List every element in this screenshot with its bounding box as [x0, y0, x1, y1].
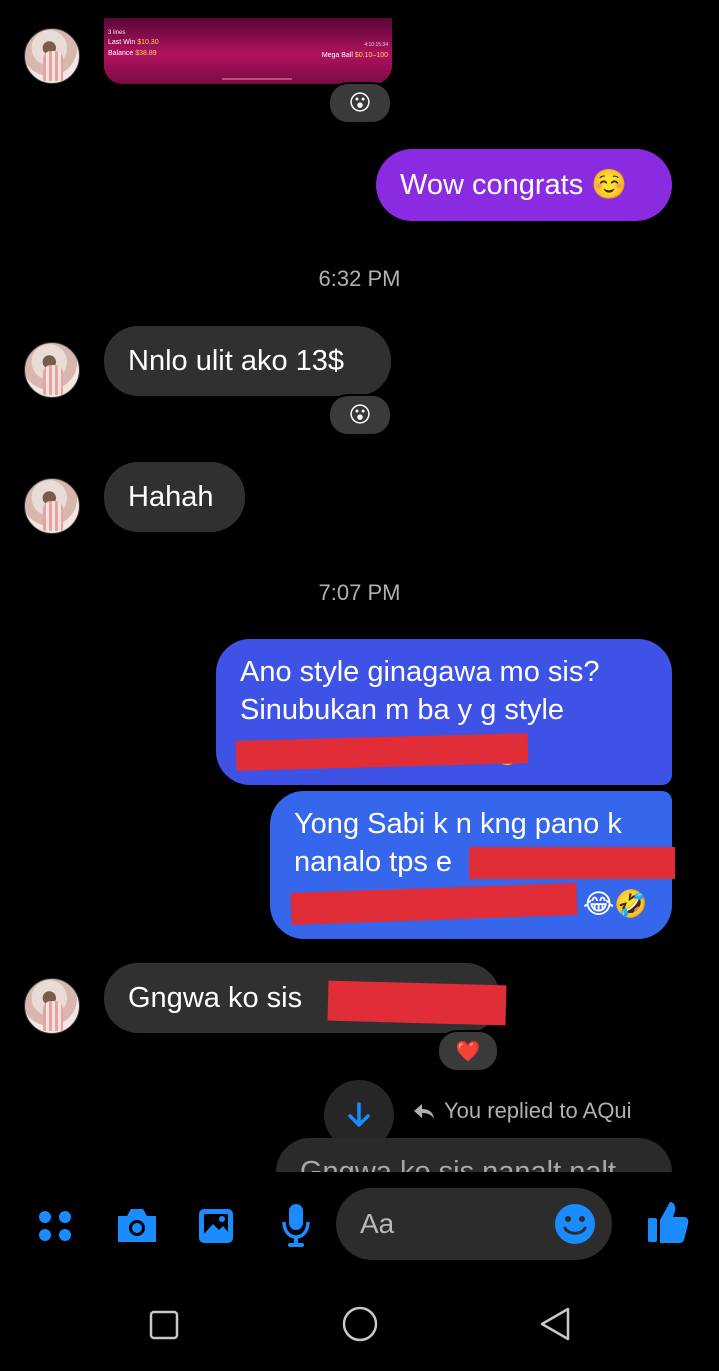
message-text: Hahah	[128, 480, 214, 513]
nav-back-icon	[540, 1307, 570, 1341]
message-line: Yong Sabi k n kng pano k	[294, 808, 622, 840]
message-text: Gngwa ko sis	[128, 981, 303, 1014]
gallery-button[interactable]	[196, 1206, 236, 1246]
shared-image-time: 4:10:15:34	[364, 42, 388, 48]
camera-button[interactable]	[114, 1204, 160, 1246]
avatar[interactable]	[24, 478, 80, 534]
avatar[interactable]	[24, 28, 80, 84]
camera-icon	[118, 1209, 156, 1242]
emoji-group: 😂🤣	[582, 889, 648, 919]
reply-preview-text: Gngwa ko sis nanalt nalt	[276, 1138, 672, 1172]
nav-back-button[interactable]	[538, 1305, 572, 1343]
mic-button[interactable]	[280, 1202, 312, 1248]
shared-image-handle	[222, 78, 292, 80]
outgoing-message[interactable]: Wow congrats ☺️	[376, 149, 672, 221]
mic-icon	[282, 1204, 310, 1247]
message-text: Nnlo ulit ako 13$	[128, 344, 345, 377]
scroll-down-icon	[348, 1102, 370, 1127]
shared-image-mega-ball: Mega Ball $0.10–100	[321, 52, 388, 59]
message-text: Wow congrats ☺️	[400, 169, 628, 201]
reply-arrow-icon	[414, 1104, 434, 1119]
reply-preview[interactable]: Gngwa ko sis nanalt nalt	[276, 1138, 672, 1172]
timestamp: 6:32 PM	[318, 266, 401, 291]
message-line: Sinubukan m ba y g style	[240, 694, 565, 726]
reply-indicator: You replied to AQui	[412, 1098, 632, 1124]
emoji-button[interactable]	[554, 1203, 596, 1245]
timestamp: 7:07 PM	[318, 580, 401, 605]
message-input-placeholder: Aa	[360, 1208, 395, 1239]
redaction-bar	[469, 847, 675, 879]
reply-label: You replied to AQui	[444, 1098, 632, 1123]
nav-recents-button[interactable]	[148, 1309, 180, 1341]
reaction-badge[interactable]: ❤️	[437, 1030, 499, 1072]
like-button[interactable]	[646, 1198, 690, 1246]
message-line: Ano style ginagawa mo sis?	[240, 656, 600, 688]
gallery-icon	[199, 1209, 233, 1243]
avatar[interactable]	[24, 978, 80, 1034]
apps-button[interactable]	[36, 1206, 76, 1246]
shared-image-lines: 3 lines	[108, 30, 126, 36]
nav-square-icon	[149, 1310, 179, 1340]
avatar[interactable]	[24, 342, 80, 398]
reaction-badge[interactable]: 😮	[328, 82, 392, 124]
emoji-icon	[555, 1204, 595, 1244]
nav-circle-icon	[342, 1306, 378, 1342]
shared-image-last-win: Last Win $10.30	[108, 39, 159, 46]
reaction-badge[interactable]: 😮	[328, 394, 392, 436]
incoming-message[interactable]: Hahah	[104, 462, 245, 532]
apps-icon	[39, 1211, 71, 1241]
incoming-message[interactable]: Nnlo ulit ako 13$	[104, 326, 391, 396]
shared-image[interactable]: 3 lines Last Win $10.30 Balance $38.89 4…	[104, 18, 392, 84]
shared-image-balance: Balance $38.89	[108, 50, 157, 57]
redaction-bar	[327, 980, 507, 1026]
nav-home-button[interactable]	[341, 1305, 379, 1343]
thumbs-up-icon	[648, 1202, 689, 1243]
